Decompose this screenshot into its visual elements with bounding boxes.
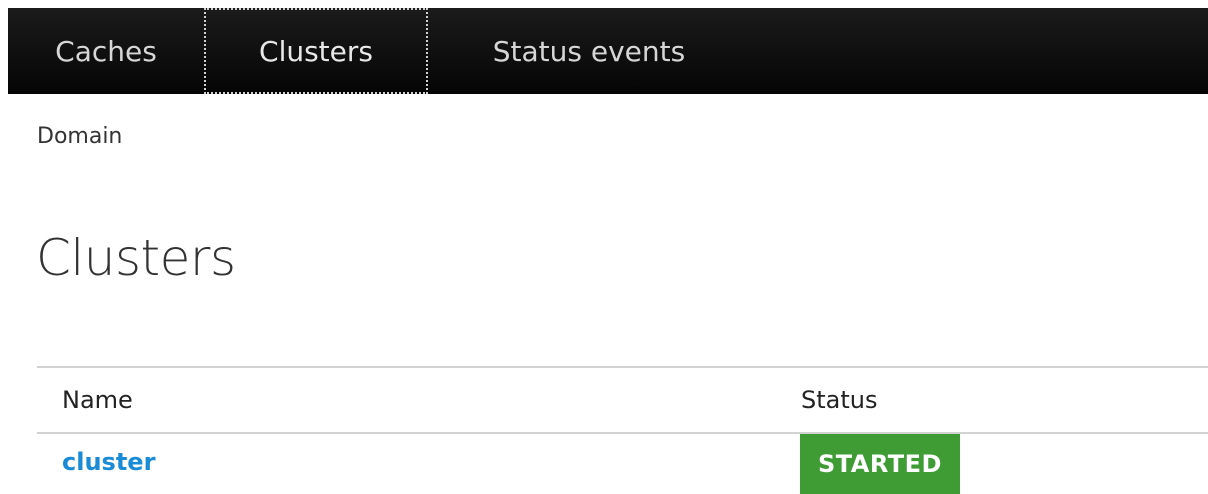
table-row: cluster STARTED bbox=[37, 434, 1208, 494]
table-header: Name Status bbox=[37, 366, 1208, 434]
status-badge: STARTED bbox=[800, 434, 960, 494]
top-navigation-bar: Caches Clusters Status events bbox=[8, 8, 1208, 94]
column-header-name: Name bbox=[62, 386, 133, 414]
page-title: Clusters bbox=[36, 229, 236, 287]
tab-clusters[interactable]: Clusters bbox=[204, 8, 428, 94]
tab-status-events[interactable]: Status events bbox=[428, 8, 750, 94]
tab-caches[interactable]: Caches bbox=[8, 8, 204, 94]
column-header-status: Status bbox=[801, 386, 878, 414]
breadcrumb[interactable]: Domain bbox=[37, 124, 122, 149]
cluster-name-link[interactable]: cluster bbox=[62, 448, 155, 476]
clusters-table: Name Status cluster STARTED bbox=[37, 366, 1208, 494]
